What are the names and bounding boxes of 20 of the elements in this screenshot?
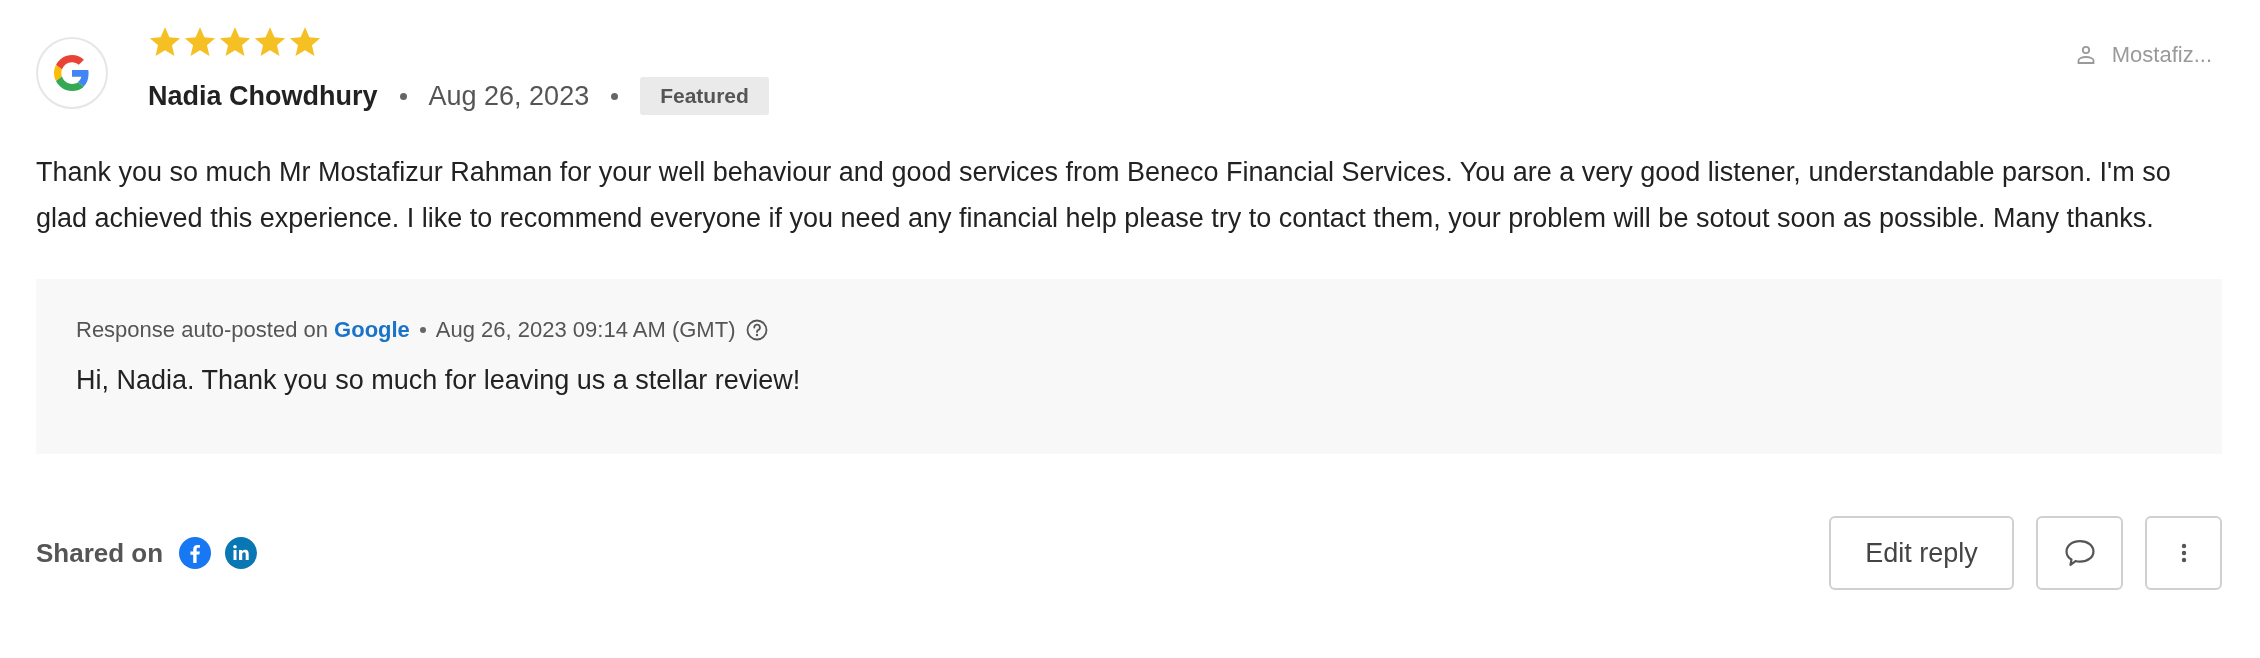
assignee-name[interactable]: Mostafiz... <box>2111 42 2212 68</box>
comment-button[interactable] <box>2036 516 2123 590</box>
reviewer-name: Nadia Chowdhury <box>148 80 378 112</box>
separator-dot <box>399 92 407 100</box>
more-icon <box>2179 541 2188 565</box>
review-text: Thank you so much Mr Mostafizur Rahman for your well behaviour and good services from Beneco Financial Services. You are a very good listener, understandable parson. I'm so glad achieved this experience. I like to recommend everyone if you need any financial help please try to contact them, your problem will be sotout soon as possible. Many thanks. <box>36 156 2172 235</box>
edit-reply-button[interactable]: Edit reply <box>1829 516 2014 590</box>
help-icon[interactable] <box>745 318 770 342</box>
shared-on-label: Shared on <box>36 537 164 569</box>
separator-dot <box>611 92 619 100</box>
linkedin-icon[interactable] <box>225 537 258 569</box>
separator-dot <box>419 327 426 333</box>
response-text: Hi, Nadia. Thank you so much for leaving us a stellar review! <box>76 365 802 396</box>
featured-badge: Featured <box>640 77 769 115</box>
review-date: Aug 26, 2023 <box>428 80 590 112</box>
google-logo-icon <box>36 37 108 109</box>
response-info: Response auto-posted on Google <box>76 317 410 343</box>
platform-link[interactable]: Google <box>334 317 410 342</box>
response-timestamp: Aug 26, 2023 09:14 AM (GMT) <box>435 317 736 343</box>
facebook-icon[interactable] <box>179 537 212 569</box>
